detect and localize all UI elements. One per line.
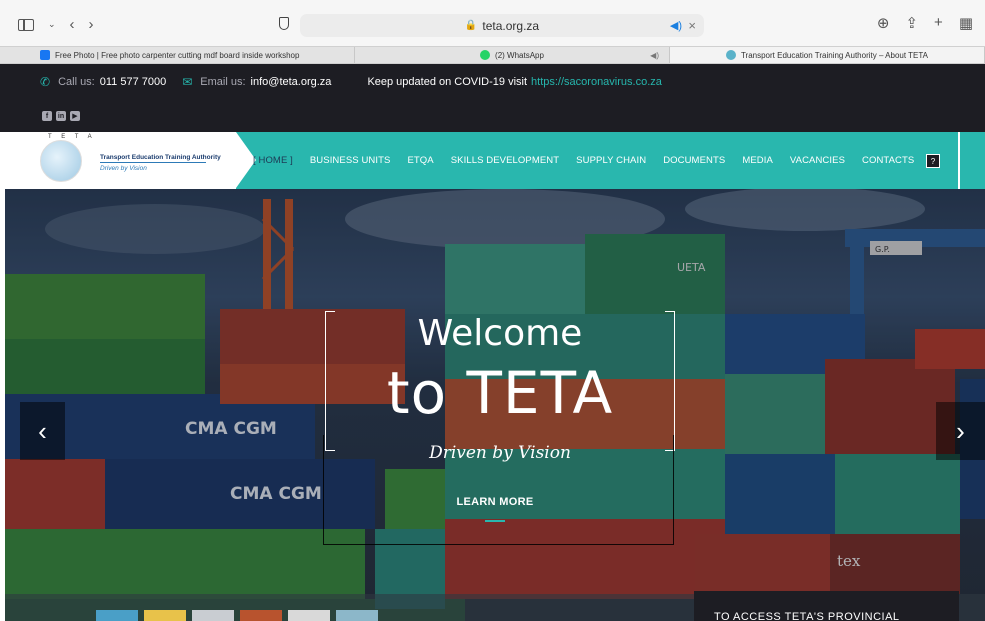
contact-line: ✆ Call us: 011 577 7000 ✉ Email us: info… bbox=[40, 75, 662, 89]
nav-item-media[interactable]: MEDIA bbox=[742, 155, 773, 166]
slider-thumbnail[interactable] bbox=[288, 610, 330, 621]
nav-item-home[interactable]: [ HOME ] bbox=[253, 155, 293, 166]
nav-item-documents[interactable]: DOCUMENTS bbox=[663, 155, 725, 166]
slider-prev-button[interactable]: ‹ bbox=[20, 402, 65, 460]
logo-divider bbox=[100, 162, 206, 163]
logo-tagline: Driven by Vision bbox=[100, 165, 147, 172]
nav-item-business-units[interactable]: BUSINESS UNITS bbox=[310, 155, 391, 166]
chevron-right-icon: › bbox=[956, 415, 965, 446]
call-label: Call us: bbox=[58, 76, 95, 88]
new-tab-icon[interactable]: + bbox=[934, 14, 943, 32]
sidebar-toggle-icon[interactable] bbox=[18, 18, 34, 31]
slider-thumbnails bbox=[96, 610, 378, 621]
share-icon[interactable]: ⇪ bbox=[905, 14, 918, 32]
site-contact-bar: ✆ Call us: 011 577 7000 ✉ Email us: info… bbox=[0, 64, 985, 132]
forward-icon[interactable]: › bbox=[89, 16, 94, 33]
facebook-icon[interactable]: f bbox=[42, 111, 52, 121]
freepik-favicon-icon bbox=[40, 50, 50, 60]
close-icon[interactable]: × bbox=[688, 18, 696, 33]
email-icon: ✉ bbox=[182, 75, 193, 89]
privacy-shield-icon[interactable] bbox=[279, 17, 289, 30]
logo-letters: T E T A bbox=[48, 134, 96, 140]
title-bracket-right bbox=[665, 311, 675, 451]
help-button[interactable]: ? bbox=[926, 154, 940, 168]
slider-next-button[interactable]: › bbox=[936, 402, 985, 460]
speaker-icon[interactable]: ◀) bbox=[650, 51, 659, 60]
hero-tagline: Driven by Vision bbox=[429, 443, 571, 463]
address-bar[interactable]: 🔒 teta.org.za ◀) × bbox=[300, 14, 704, 37]
phone-number[interactable]: 011 577 7000 bbox=[100, 76, 166, 88]
nav-side-block bbox=[960, 132, 985, 189]
main-navigation: T E T A Transport Education Training Aut… bbox=[20, 132, 960, 189]
hero-slider: G.P. CMA CGM CMA CGM UETA tex Welcome to… bbox=[5, 189, 985, 621]
nav-item-vacancies[interactable]: VACANCIES bbox=[790, 155, 845, 166]
tab-freepik[interactable]: Free Photo | Free photo carpenter cuttin… bbox=[0, 47, 355, 63]
tab-bar: Free Photo | Free photo carpenter cuttin… bbox=[0, 46, 985, 64]
slider-thumbnail[interactable] bbox=[336, 610, 378, 621]
browser-nav-controls: ⌄ ‹ › bbox=[18, 16, 94, 33]
tab-teta[interactable]: Transport Education Training Authority –… bbox=[670, 47, 985, 63]
hero-heading-line2: to TETA bbox=[386, 359, 614, 427]
slider-thumbnail[interactable] bbox=[240, 610, 282, 621]
tab-whatsapp[interactable]: (2) WhatsApp ◀) bbox=[355, 47, 670, 63]
nav-item-etqa[interactable]: ETQA bbox=[407, 155, 433, 166]
covid-link[interactable]: https://sacoronavirus.co.za bbox=[531, 76, 662, 88]
linkedin-icon[interactable]: in bbox=[56, 111, 66, 121]
tab-label: Transport Education Training Authority –… bbox=[740, 50, 929, 60]
url-text: teta.org.za bbox=[482, 18, 540, 33]
learn-more-underline bbox=[485, 520, 505, 522]
browser-toolbar: ⌄ ‹ › 🔒 teta.org.za ◀) × ⊕ ⇪ + ▦ bbox=[0, 0, 985, 46]
download-icon[interactable]: ⊕ bbox=[877, 14, 890, 32]
slider-thumbnail[interactable] bbox=[192, 610, 234, 621]
email-label: Email us: bbox=[200, 76, 246, 88]
youtube-icon[interactable]: ▶ bbox=[70, 111, 80, 121]
email-address[interactable]: info@teta.org.za bbox=[251, 76, 332, 88]
title-bracket-left bbox=[325, 311, 335, 451]
logo-globe-icon bbox=[40, 140, 82, 182]
slider-thumbnail[interactable] bbox=[96, 610, 138, 621]
slider-thumbnail[interactable] bbox=[144, 610, 186, 621]
logo-name: Transport Education Training Authority bbox=[100, 154, 221, 161]
chevron-left-icon: ‹ bbox=[38, 415, 47, 446]
whatsapp-favicon-icon bbox=[480, 50, 491, 60]
nav-item-skills-development[interactable]: SKILLS DEVELOPMENT bbox=[451, 155, 559, 166]
provincial-offices-box[interactable]: TO ACCESS TETA'S PROVINCIAL bbox=[694, 591, 959, 621]
phone-icon: ✆ bbox=[40, 75, 51, 89]
hero-heading-line1: Welcome bbox=[417, 313, 583, 354]
nav-menu: [ HOME ] BUSINESS UNITS ETQA SKILLS DEVE… bbox=[253, 132, 914, 189]
speaker-icon[interactable]: ◀) bbox=[670, 19, 682, 32]
covid-text: Keep updated on COVID-19 visit bbox=[367, 76, 528, 88]
browser-actions: ⊕ ⇪ + ▦ bbox=[877, 14, 973, 32]
tab-label: (2) WhatsApp bbox=[495, 50, 544, 60]
social-links: f in ▶ bbox=[42, 111, 80, 121]
nav-item-contacts[interactable]: CONTACTS bbox=[862, 155, 914, 166]
back-icon[interactable]: ‹ bbox=[70, 16, 75, 33]
tab-overview-icon[interactable]: ▦ bbox=[959, 14, 973, 32]
chevron-down-icon[interactable]: ⌄ bbox=[48, 19, 56, 30]
teta-favicon-icon bbox=[725, 50, 736, 60]
learn-more-button[interactable]: LEARN MORE bbox=[435, 496, 555, 508]
nav-item-supply-chain[interactable]: SUPPLY CHAIN bbox=[576, 155, 646, 166]
tab-label: Free Photo | Free photo carpenter cuttin… bbox=[55, 50, 300, 60]
lock-icon: 🔒 bbox=[464, 20, 478, 31]
site-logo[interactable]: T E T A Transport Education Training Aut… bbox=[20, 132, 236, 189]
